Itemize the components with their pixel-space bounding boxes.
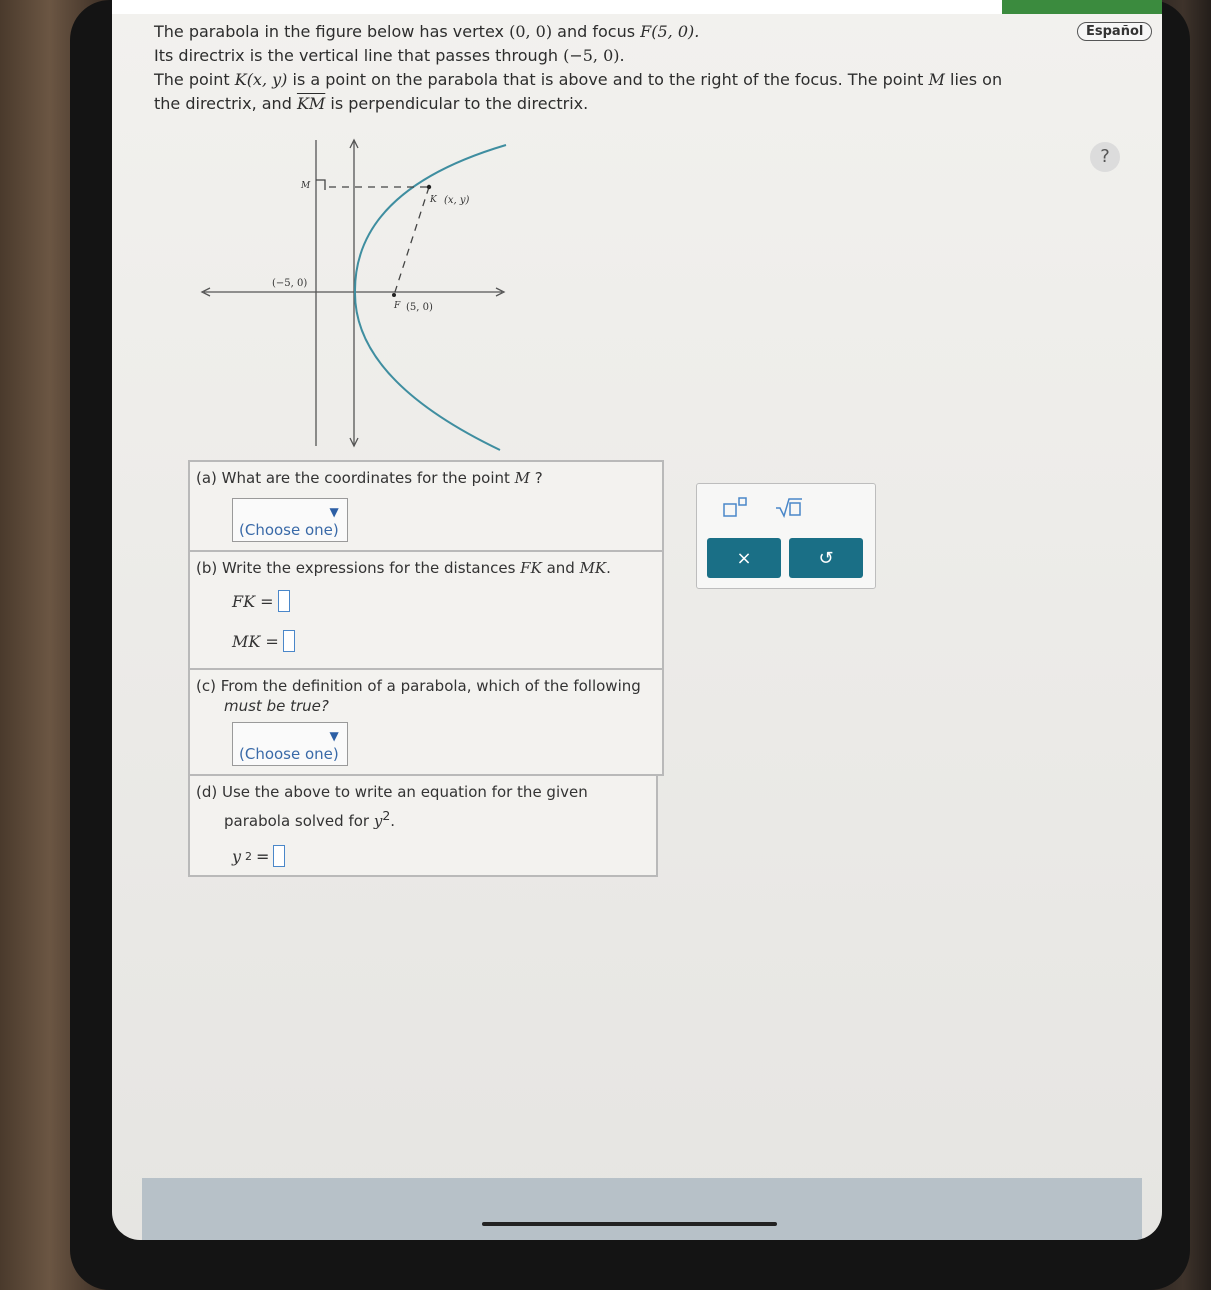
fk-answer-input[interactable] <box>277 590 290 612</box>
parabola-graph: M K (x, y) (−5, 0) F (5, 0) <box>200 138 507 451</box>
exponent-tool-icon[interactable] <box>715 492 755 522</box>
focus-dot <box>392 293 396 297</box>
part-c-question-cont: must be true? <box>224 697 329 715</box>
directrix-point: (−5, 0). <box>563 46 625 65</box>
exponent: 2 <box>245 849 253 863</box>
problem-text: Its directrix is the vertical line that … <box>154 46 564 65</box>
question-text: parabola solved for <box>224 812 374 830</box>
language-button[interactable]: Español <box>1077 22 1153 41</box>
problem-text: is perpendicular to the directrix. <box>325 94 589 113</box>
problem-text: the directrix, and <box>154 94 297 113</box>
sqrt-tool-icon[interactable] <box>769 492 809 522</box>
focus-coords: F(5, 0). <box>640 22 700 41</box>
bottom-bar <box>142 1178 1142 1240</box>
equals-sign: = <box>256 846 270 866</box>
label-m: M <box>300 181 311 191</box>
dropdown-caret-icon: ▼ <box>329 505 339 519</box>
part-d: (d) Use the above to write an equation f… <box>188 774 658 877</box>
y-squared-answer-input[interactable] <box>273 845 286 867</box>
question-text: . <box>606 559 611 577</box>
part-d-question: (d) Use the above to write an equation f… <box>196 783 588 801</box>
variable-fk: FK <box>520 559 542 577</box>
y-squared-equation: y 2 = <box>232 845 648 867</box>
label-k-coords: (x, y) <box>444 195 470 206</box>
fk-equation: FK = <box>232 590 654 612</box>
label-k: K <box>429 195 438 205</box>
exponent-glyph-icon <box>723 497 747 517</box>
problem-text: The point <box>154 70 235 89</box>
sqrt-glyph-icon <box>776 498 802 518</box>
part-b-question: (b) Write the expressions for the distan… <box>196 558 654 578</box>
mk-answer-input[interactable] <box>282 630 295 652</box>
part-c: (c) From the definition of a parabola, w… <box>188 668 664 776</box>
mk-equation: MK = <box>232 630 654 652</box>
label-f-coords: (5, 0) <box>406 302 433 313</box>
part-c-dropdown[interactable]: ▼ (Choose one) <box>232 722 348 766</box>
home-indicator[interactable] <box>482 1222 777 1226</box>
vertex-coords: (0, 0) <box>509 22 553 41</box>
y-variable: y <box>232 846 242 866</box>
right-angle-marker <box>316 179 326 190</box>
question-text: (b) Write the expressions for the distan… <box>196 559 521 577</box>
part-c-question: (c) From the definition of a parabola, w… <box>196 677 641 695</box>
part-a: (a) What are the coordinates for the poi… <box>188 460 664 552</box>
variable-mk: MK <box>579 559 607 577</box>
variable-m: M <box>514 469 530 487</box>
part-a-question: (a) What are the coordinates for the poi… <box>196 468 654 488</box>
point-k-dot <box>426 184 432 190</box>
part-a-dropdown[interactable]: ▼ (Choose one) <box>232 498 348 542</box>
question-text: and <box>541 559 580 577</box>
dropdown-value: (Choose one) <box>239 745 339 763</box>
label-directrix-point: (−5, 0) <box>272 278 307 289</box>
point-m: M <box>928 70 945 89</box>
help-icon[interactable]: ? <box>1090 142 1120 172</box>
label-f: F <box>393 301 401 311</box>
problem-text: and focus <box>552 22 641 41</box>
segment-fk-dashed <box>393 186 430 296</box>
top-bar <box>112 0 1162 14</box>
top-bar-accent <box>1002 0 1162 14</box>
mk-equals-label: MK = <box>232 631 279 651</box>
question-text: . <box>390 812 396 830</box>
question-text: (a) What are the coordinates for the poi… <box>196 469 515 487</box>
part-d-question-cont: parabola solved for y2. <box>196 806 648 831</box>
clear-button[interactable]: × <box>707 538 781 578</box>
question-parts: (a) What are the coordinates for the poi… <box>188 460 664 877</box>
part-b: (b) Write the expressions for the distan… <box>188 550 664 670</box>
undo-button[interactable]: ↺ <box>789 538 863 578</box>
dropdown-caret-icon: ▼ <box>329 729 339 743</box>
point-k: K(x, y) <box>234 70 288 89</box>
segment-km: KM <box>296 94 326 113</box>
problem-text: The parabola in the figure below has ver… <box>154 22 510 41</box>
math-toolbox: × ↺ <box>696 483 876 589</box>
problem-text: lies on <box>944 70 1003 89</box>
problem-text: is a point on the parabola that is above… <box>287 70 929 89</box>
parabola-curve <box>353 144 507 451</box>
tablet-screen: The parabola in the figure below has ver… <box>112 0 1162 1240</box>
problem-statement: The parabola in the figure below has ver… <box>154 20 1054 116</box>
fk-equals-label: FK = <box>232 591 274 611</box>
question-text: ? <box>530 469 543 487</box>
dropdown-value: (Choose one) <box>239 521 339 539</box>
